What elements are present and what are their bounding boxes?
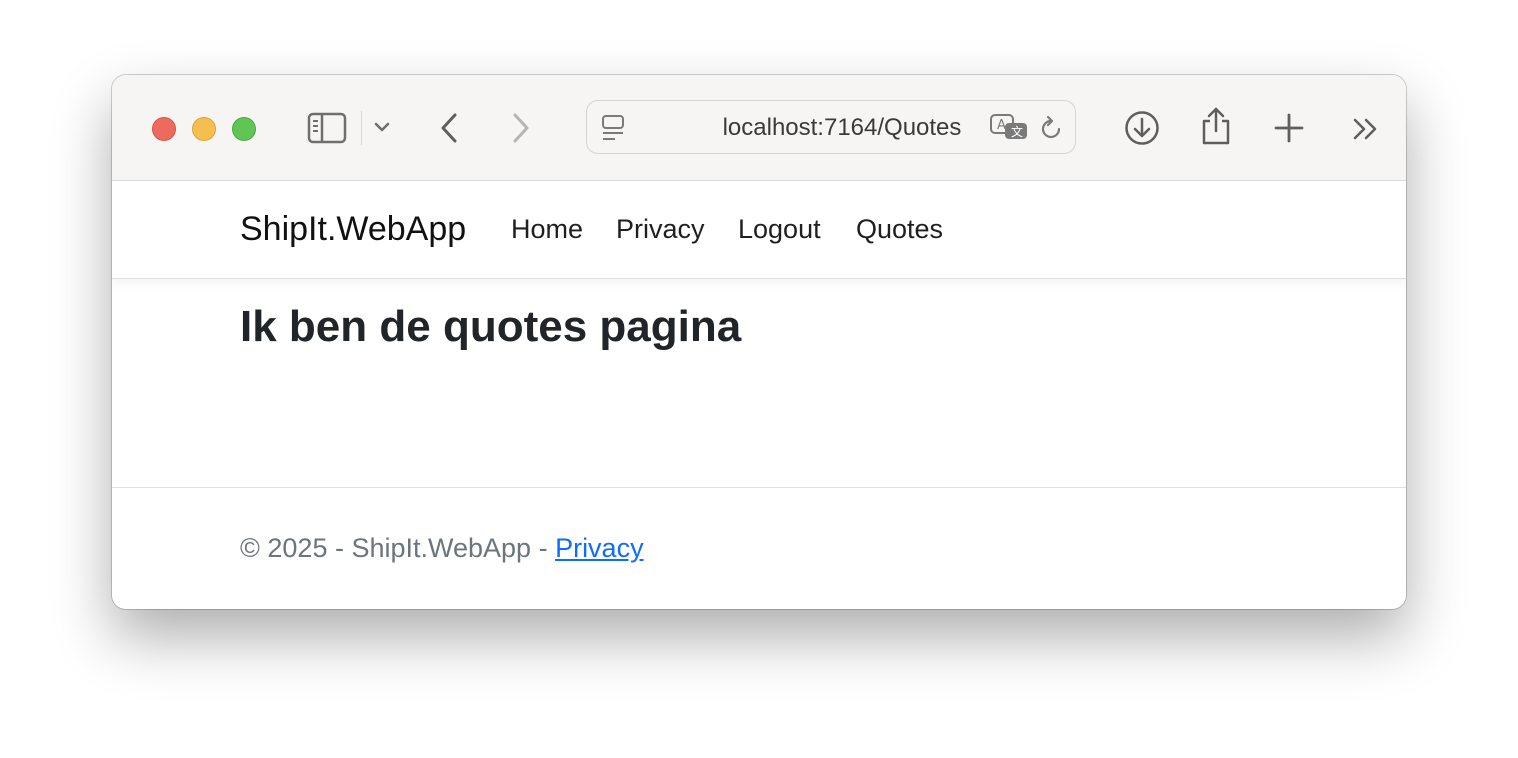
svg-text:A: A [997,118,1006,133]
plus-icon[interactable] [1272,111,1306,145]
reload-icon[interactable] [1037,115,1065,143]
download-icon[interactable] [1122,109,1162,147]
url-text[interactable]: localhost:7164/Quotes [697,101,987,155]
nav-link-logout[interactable]: Logout [738,181,821,278]
browser-window: localhost:7164/Quotes A 文 ShipIt.WebApp … [112,75,1406,609]
brand-link[interactable]: ShipIt.WebApp [240,181,466,278]
footer-text: © 2025 - ShipIt.WebApp - Privacy [240,533,644,564]
nav-link-home[interactable]: Home [511,181,583,278]
copyright-text: © 2025 - ShipIt.WebApp - [240,533,556,563]
site-footer: © 2025 - ShipIt.WebApp - Privacy [112,487,1406,609]
chevron-left-icon[interactable] [432,109,466,147]
nav-link-quotes[interactable]: Quotes [856,181,943,278]
double-chevron-right-icon[interactable] [1350,115,1382,143]
toolbar-divider [361,111,362,145]
close-window-button[interactable] [152,117,176,141]
address-bar[interactable]: localhost:7164/Quotes A 文 [586,100,1076,154]
chevron-down-icon[interactable] [370,115,394,139]
svg-text:文: 文 [1011,124,1023,139]
translate-icon[interactable]: A 文 [989,113,1029,143]
site-navbar: ShipIt.WebApp Home Privacy Logout Quotes [112,181,1406,279]
minimize-window-button[interactable] [192,117,216,141]
zoom-window-button[interactable] [232,117,256,141]
footer-privacy-link[interactable]: Privacy [555,533,644,563]
share-icon[interactable] [1198,105,1234,147]
sidebar-icon[interactable] [306,109,348,147]
nav-link-privacy[interactable]: Privacy [616,181,705,278]
browser-toolbar: localhost:7164/Quotes A 文 [112,75,1406,181]
reader-icon[interactable] [599,114,629,142]
chevron-right-icon[interactable] [504,109,538,147]
page-title: Ik ben de quotes pagina [240,302,742,351]
